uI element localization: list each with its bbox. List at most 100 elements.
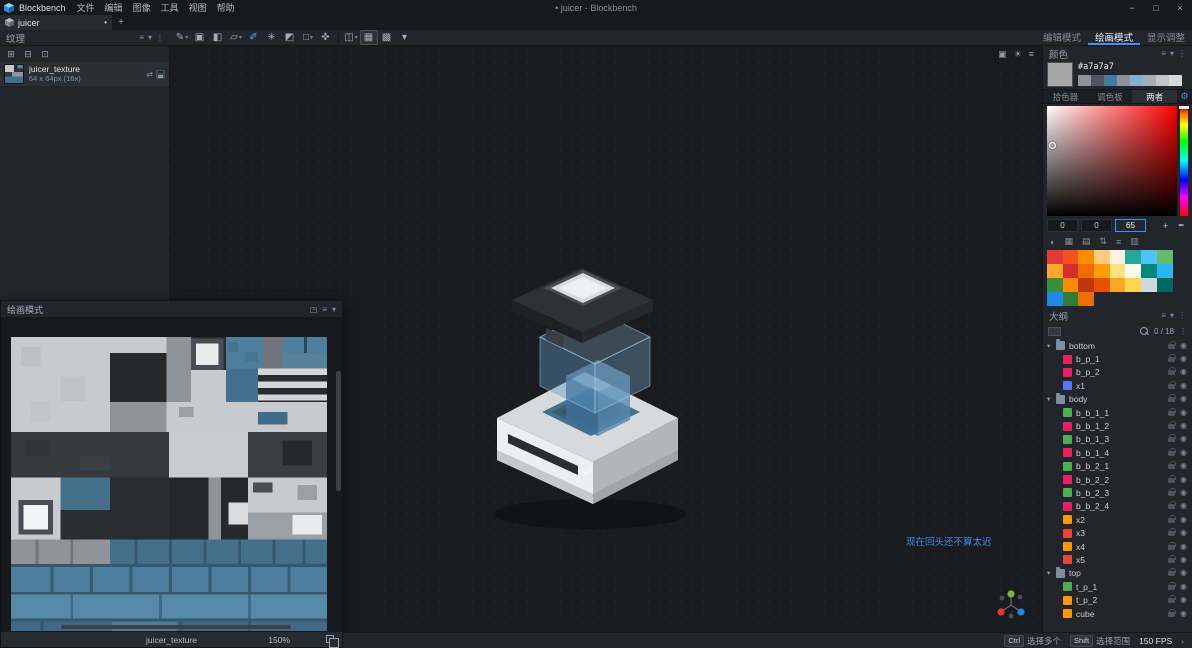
- statusbar-expand-icon[interactable]: ›: [1181, 636, 1184, 646]
- outline-item[interactable]: x1 ◉: [1043, 379, 1192, 392]
- outline-options-icon[interactable]: ⋮: [1178, 311, 1186, 320]
- palette-swatch[interactable]: [1141, 278, 1157, 292]
- shape-tool[interactable]: □ ▾: [299, 30, 317, 45]
- chevron-down-icon[interactable]: ▾: [1047, 342, 1056, 350]
- palette-swatch[interactable]: [1047, 292, 1063, 306]
- screenshot-icon[interactable]: ▣: [998, 49, 1007, 60]
- lock-icon[interactable]: [1168, 394, 1177, 403]
- outline-item[interactable]: b_b_1_1 ◉: [1043, 406, 1192, 419]
- lock-icon[interactable]: [1168, 595, 1177, 604]
- eye-icon[interactable]: ◉: [1180, 408, 1187, 417]
- eyedropper-icon[interactable]: ✒: [1175, 219, 1188, 232]
- color-picker-tab[interactable]: 调色板: [1088, 90, 1133, 103]
- history-swatch[interactable]: [1169, 75, 1182, 86]
- search-icon[interactable]: [1139, 326, 1149, 336]
- palette-swatch[interactable]: [1047, 264, 1063, 278]
- import-texture-button[interactable]: ⊟: [21, 48, 35, 60]
- lock-icon[interactable]: [1168, 367, 1177, 376]
- palette-swatch[interactable]: [1062, 292, 1079, 306]
- new-tab-button[interactable]: +: [112, 15, 130, 30]
- color-picker-tab[interactable]: 拾色器: [1043, 90, 1088, 103]
- eye-icon[interactable]: ◉: [1180, 488, 1187, 497]
- palette-swatch[interactable]: [1125, 264, 1142, 278]
- menu-item[interactable]: 工具: [156, 1, 184, 14]
- history-swatch[interactable]: [1091, 75, 1104, 86]
- palette-swatch[interactable]: [1062, 250, 1079, 264]
- history-swatch[interactable]: [1078, 75, 1091, 86]
- save-texture-icon[interactable]: [156, 69, 165, 79]
- outline-item[interactable]: b_p_2 ◉: [1043, 366, 1192, 379]
- palette-swatch[interactable]: [1125, 278, 1142, 292]
- eye-icon[interactable]: ◉: [1180, 596, 1187, 604]
- textures-options-icon[interactable]: ⋮: [156, 33, 164, 42]
- eye-icon[interactable]: ◉: [1180, 529, 1187, 537]
- zoom-level[interactable]: 150%: [268, 635, 290, 645]
- eye-icon[interactable]: ◉: [1180, 542, 1187, 551]
- toolbar-divider[interactable]: [338, 32, 339, 43]
- palette-swatch[interactable]: [1141, 264, 1157, 278]
- outline-item[interactable]: b_b_1_2 ◉: [1043, 419, 1192, 432]
- textures-menu-icon[interactable]: ≡: [139, 33, 144, 42]
- lock-icon[interactable]: [1168, 581, 1177, 590]
- maximize-button[interactable]: □: [1144, 3, 1168, 13]
- paint-collapse-icon[interactable]: ▾: [332, 305, 336, 314]
- eye-icon[interactable]: ◉: [1180, 555, 1187, 564]
- eraser-tool[interactable]: ▱ ▾: [227, 30, 245, 45]
- color-picker-tab[interactable]: 两者: [1132, 90, 1178, 103]
- lock-icon[interactable]: [1168, 447, 1177, 456]
- outline-item[interactable]: t_p_1 ◉: [1043, 580, 1192, 593]
- outline-item[interactable]: b_b_2_4 ◉: [1043, 500, 1192, 513]
- swatch-grid-icon[interactable]: ▦: [1064, 236, 1073, 247]
- menu-item[interactable]: 图像: [128, 1, 156, 14]
- palette-swatch[interactable]: [1156, 264, 1173, 278]
- color-picker-tool[interactable]: ✐: [245, 30, 263, 45]
- current-color-swatch[interactable]: [1047, 62, 1073, 87]
- pixel-grid-toggle[interactable]: ▦: [360, 30, 378, 45]
- add-color-button[interactable]: +: [1159, 219, 1172, 232]
- toolbar-more-dropdown[interactable]: ▾: [396, 30, 414, 45]
- lock-icon[interactable]: [1168, 487, 1177, 496]
- outline-item[interactable]: b_b_2_1 ◉: [1043, 460, 1192, 473]
- lock-icon[interactable]: [1168, 380, 1177, 389]
- mirror-paint-toggle[interactable]: ◫ ▾: [342, 30, 360, 45]
- hue-slider[interactable]: [1179, 106, 1189, 216]
- paint-expand-icon[interactable]: ◳: [310, 305, 318, 314]
- menu-item[interactable]: 文件: [72, 1, 100, 14]
- history-swatch[interactable]: [1104, 75, 1117, 86]
- palette-swatch[interactable]: [1109, 250, 1126, 264]
- sort-colors-icon[interactable]: ⇅: [1099, 236, 1107, 247]
- mode-tab[interactable]: 编辑模式: [1036, 30, 1088, 45]
- palette-swatch[interactable]: [1125, 250, 1142, 264]
- textures-collapse-icon[interactable]: ▾: [148, 33, 152, 42]
- horizontal-scrollbar[interactable]: [61, 625, 291, 629]
- eye-icon[interactable]: ◉: [1180, 368, 1187, 376]
- outline-item[interactable]: b_b_1_4 ◉: [1043, 446, 1192, 459]
- palette-swatch[interactable]: [1141, 250, 1157, 264]
- outline-item[interactable]: cube ◉: [1043, 607, 1192, 620]
- lock-icon[interactable]: [1168, 421, 1177, 430]
- outline-item[interactable]: x4 ◉: [1043, 540, 1192, 553]
- color-wheel-icon[interactable]: ◐: [1050, 236, 1055, 247]
- lock-icon[interactable]: [1168, 568, 1177, 577]
- palette-swatch[interactable]: [1078, 250, 1095, 264]
- hue-marker[interactable]: [1179, 106, 1189, 109]
- close-button[interactable]: ×: [1168, 3, 1192, 13]
- menu-item[interactable]: 视图: [184, 1, 212, 14]
- palette-swatch[interactable]: [1047, 278, 1063, 292]
- texture-filter-icon[interactable]: [1048, 326, 1061, 336]
- palette-swatch[interactable]: [1062, 278, 1079, 292]
- texture-refresh-icon[interactable]: ⇄: [146, 70, 153, 79]
- chevron-down-icon[interactable]: ▾: [1047, 569, 1056, 577]
- outline-item[interactable]: b_b_2_3 ◉: [1043, 486, 1192, 499]
- paint-menu-icon[interactable]: ≡: [322, 305, 327, 314]
- color-collapse-icon[interactable]: ▾: [1170, 49, 1174, 58]
- lock-icon[interactable]: [1168, 528, 1177, 537]
- lock-icon[interactable]: [1168, 434, 1177, 443]
- outline-item[interactable]: ▾ bottom ◉: [1043, 339, 1192, 352]
- palette-swatch[interactable]: [1047, 250, 1063, 264]
- shading-icon[interactable]: ☀: [1014, 49, 1022, 60]
- lock-icon[interactable]: [1168, 514, 1177, 523]
- lock-icon[interactable]: [1168, 474, 1177, 483]
- eye-icon[interactable]: ◉: [1180, 395, 1187, 403]
- fill-tool[interactable]: ◧: [209, 30, 227, 45]
